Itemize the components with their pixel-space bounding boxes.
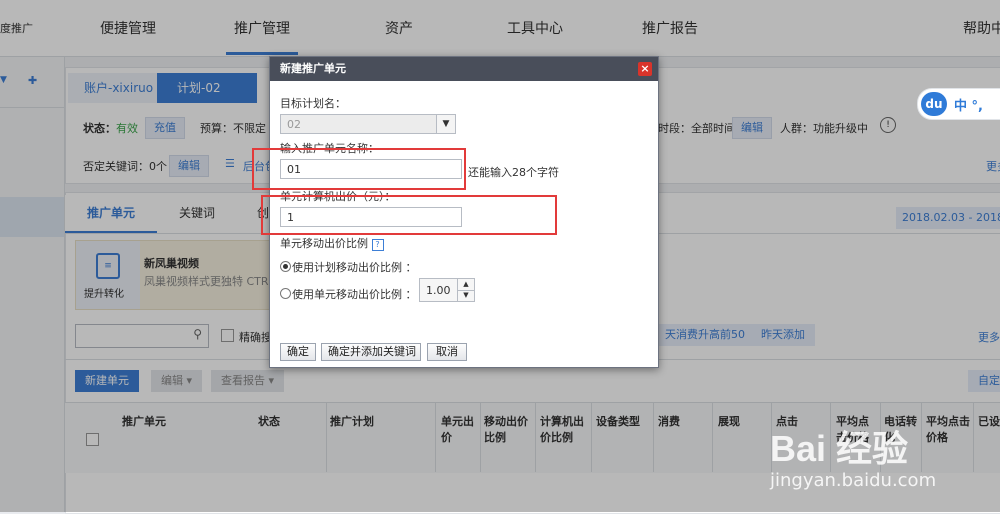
help-icon[interactable]: ? bbox=[371, 239, 384, 251]
dialog-title-bar: 新建推广单元 × bbox=[270, 57, 658, 81]
baidu-jingyan-watermark: Bai 经验 jingyan.baidu.com bbox=[760, 400, 1000, 500]
radio-dot bbox=[283, 264, 288, 269]
radio-unit-ratio-label: 使用单元移动出价比例 ： bbox=[292, 288, 417, 301]
du-widget-text: 中 °, bbox=[954, 99, 983, 114]
du-assistant-widget[interactable]: du 中 °, bbox=[917, 88, 1000, 120]
confirm-add-keywords-button[interactable]: 确定并添加关键词 bbox=[321, 343, 421, 361]
watermark-brand: Bai 经验 bbox=[770, 428, 909, 469]
mobile-ratio-label: 单元移动出价比例 ? bbox=[280, 235, 384, 251]
cancel-button[interactable]: 取消 bbox=[427, 343, 467, 361]
unit-name-hint: 还能输入28个字符 bbox=[468, 166, 559, 179]
plan-select[interactable]: 02 ▼ bbox=[280, 114, 456, 134]
annotation-box-name bbox=[252, 148, 466, 190]
radio-plan-ratio[interactable] bbox=[280, 261, 291, 272]
dialog-title: 新建推广单元 bbox=[280, 62, 346, 75]
du-logo-icon: du bbox=[921, 92, 947, 116]
watermark-url: jingyan.baidu.com bbox=[770, 470, 937, 491]
unit-ratio-stepper[interactable]: 1.00 ▲ ▼ bbox=[419, 278, 475, 302]
confirm-button[interactable]: 确定 bbox=[280, 343, 316, 361]
radio-unit-ratio[interactable] bbox=[280, 288, 291, 299]
caret-down-icon[interactable]: ▼ bbox=[436, 115, 455, 133]
plan-name-label: 目标计划名： bbox=[280, 97, 346, 110]
close-icon[interactable]: × bbox=[638, 62, 652, 76]
stepper-down-icon[interactable]: ▼ bbox=[457, 290, 474, 301]
radio-plan-ratio-label: 使用计划移动出价比例 ： bbox=[292, 261, 417, 274]
annotation-box-bid bbox=[261, 195, 557, 235]
